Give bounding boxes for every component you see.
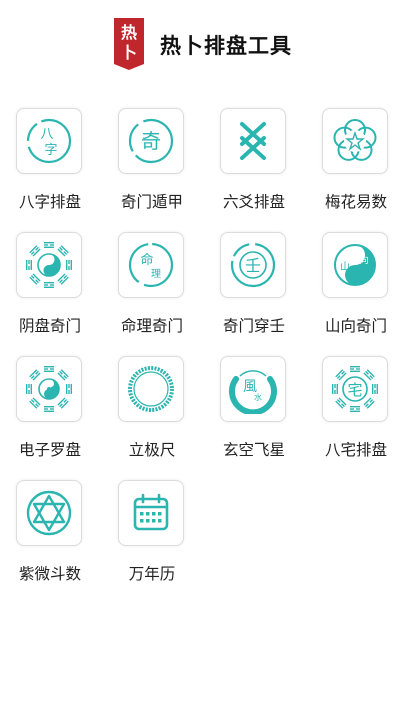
tool-tile[interactable]: 梅花易数 — [306, 106, 405, 224]
svg-text:水: 水 — [254, 392, 262, 402]
svg-text:命: 命 — [140, 252, 153, 268]
svg-text:热: 热 — [121, 23, 137, 42]
ziwei-star-icon[interactable] — [16, 480, 82, 546]
svg-text:奇: 奇 — [141, 129, 161, 153]
chuanren-icon[interactable]: 壬 — [220, 232, 286, 298]
yinpan-bagua-icon[interactable] — [16, 232, 82, 298]
tool-label: 八字排盘 — [18, 193, 81, 211]
tool-label: 万年历 — [128, 565, 176, 583]
tool-tile[interactable]: 阴盘奇门 — [0, 230, 102, 348]
bazhai-icon[interactable]: 宅 — [322, 356, 388, 422]
svg-text:壬: 壬 — [245, 256, 261, 275]
tool-tile[interactable]: 紫微斗数 — [0, 478, 102, 596]
tool-tile[interactable]: 电子罗盘 — [0, 354, 102, 472]
qimen-icon[interactable]: 奇 — [118, 108, 184, 174]
tool-tile[interactable]: 万年历 — [102, 478, 204, 596]
app-title: 热卜排盘工具 — [160, 34, 292, 58]
shanxiang-icon[interactable]: 山 向 — [322, 232, 388, 298]
app-logo-icon: 热 卜 — [114, 18, 144, 70]
tool-tile[interactable]: 宅八宅排盘 — [306, 354, 405, 472]
svg-text:理: 理 — [151, 268, 161, 280]
liji-ruler-icon[interactable] — [118, 356, 184, 422]
liuyao-icon[interactable] — [220, 108, 286, 174]
mingli-icon[interactable]: 命理 — [118, 232, 184, 298]
svg-text:卜: 卜 — [121, 43, 137, 62]
tool-label: 玄空飞星 — [222, 441, 285, 459]
tool-tile[interactable]: 立极尺 — [102, 354, 204, 472]
plum-blossom-icon[interactable] — [322, 108, 388, 174]
compass-icon[interactable] — [16, 356, 82, 422]
tool-label: 立极尺 — [128, 441, 176, 459]
tool-tile[interactable]: 命理命理奇门 — [102, 230, 204, 348]
tool-label: 命理奇门 — [120, 317, 183, 335]
tool-label: 阴盘奇门 — [18, 317, 81, 335]
svg-text:字: 字 — [44, 143, 57, 158]
tool-label: 八宅排盘 — [324, 441, 387, 459]
tool-tile[interactable]: 八字八字排盘 — [0, 106, 102, 224]
app-header: 热 卜 热卜排盘工具 — [0, 0, 405, 90]
calendar-icon[interactable] — [118, 480, 184, 546]
tool-tile[interactable]: 奇奇门遁甲 — [102, 106, 204, 224]
tool-tile[interactable]: 六爻排盘 — [204, 106, 306, 224]
tool-tile[interactable]: 壬奇门穿壬 — [204, 230, 306, 348]
tool-tile[interactable]: 風水玄空飞星 — [204, 354, 306, 472]
tool-label: 六爻排盘 — [222, 193, 285, 211]
tool-label: 奇门遁甲 — [120, 193, 183, 211]
svg-text:向: 向 — [359, 254, 368, 266]
tool-label: 梅花易数 — [324, 193, 387, 211]
svg-text:宅: 宅 — [347, 381, 362, 399]
svg-text:山: 山 — [340, 261, 350, 273]
bazi-icon[interactable]: 八字 — [16, 108, 82, 174]
xuankong-icon[interactable]: 風水 — [220, 356, 286, 422]
tool-label: 电子罗盘 — [18, 441, 81, 459]
tool-label: 紫微斗数 — [18, 565, 81, 583]
tool-label: 山向奇门 — [324, 317, 387, 335]
svg-text:八: 八 — [40, 127, 53, 142]
tool-tile[interactable]: 山 向山向奇门 — [306, 230, 405, 348]
tool-label: 奇门穿壬 — [222, 317, 285, 335]
